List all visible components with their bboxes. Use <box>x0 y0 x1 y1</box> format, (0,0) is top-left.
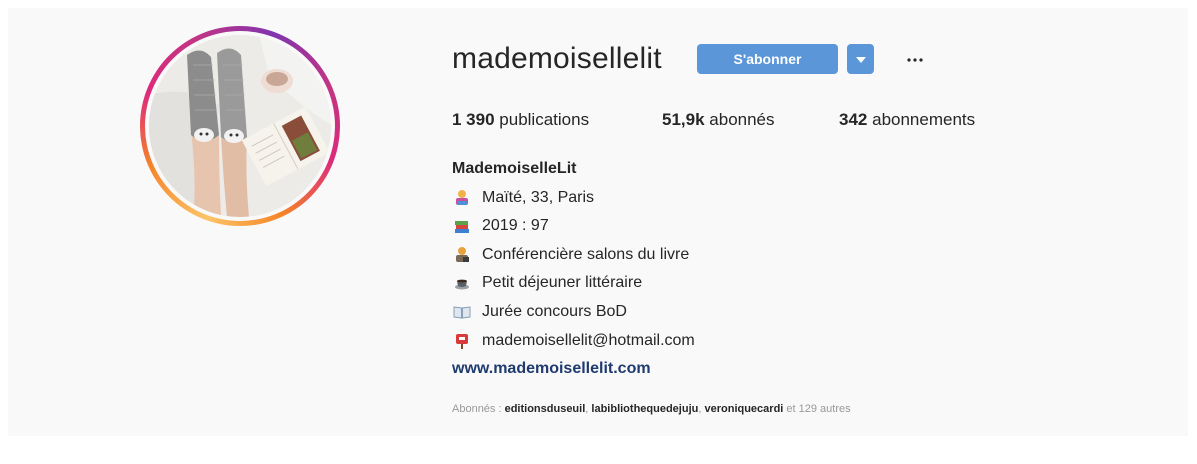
bio-line-email: mademoisellelit@hotmail.com <box>452 330 695 352</box>
profile-avatar[interactable] <box>140 26 340 226</box>
profile-full-name: MademoiselleLit <box>452 160 577 177</box>
followed-by-prefix: Abonnés : <box>452 403 505 415</box>
followed-by-summary[interactable]: Abonnés : editionsduseuil, labibliothequ… <box>452 403 851 415</box>
bio-line-text: Petit déjeuner littéraire <box>482 274 643 291</box>
follower-account[interactable]: veroniquecardi <box>704 403 783 415</box>
followers-count: 51,9k <box>662 110 705 129</box>
books-emoji-icon <box>452 217 472 235</box>
bio-line-text: Conférencière salons du livre <box>482 246 690 263</box>
profile-website-link[interactable]: www.mademoisellelit.com <box>452 360 651 378</box>
following-label: abonnements <box>872 110 976 129</box>
followers-label: abonnés <box>709 110 775 129</box>
posts-stat: 1 390 publications <box>452 110 589 130</box>
mailbox-emoji-icon <box>452 332 472 350</box>
followed-by-suffix: et 129 autres <box>783 403 851 415</box>
follower-account[interactable]: editionsduseuil <box>505 403 586 415</box>
profile-username: mademoisellelit <box>452 42 662 75</box>
coffee-emoji-icon <box>452 274 472 292</box>
woman-teacher-emoji-icon <box>452 246 472 264</box>
followers-stat[interactable]: 51,9k abonnés <box>662 110 775 130</box>
woman-reading-emoji-icon <box>452 189 472 207</box>
bio-line-text: mademoisellelit@hotmail.com <box>482 332 695 349</box>
posts-count: 1 390 <box>452 110 495 129</box>
avatar-photo <box>149 35 331 217</box>
bio-line-jury: Jurée concours BoD <box>452 301 627 323</box>
bio-line-text: Jurée concours BoD <box>482 303 627 320</box>
more-options-icon <box>907 49 923 67</box>
following-count: 342 <box>839 110 868 129</box>
follow-button[interactable]: S'abonner <box>697 44 838 74</box>
bio-line-text: 2019 : 97 <box>482 217 549 234</box>
follower-account[interactable]: labibliothequedejuju <box>591 403 698 415</box>
following-stat[interactable]: 342 abonnements <box>839 110 975 130</box>
open-book-emoji-icon <box>452 303 472 321</box>
bio-line-location: Maïté, 33, Paris <box>452 187 594 209</box>
more-options-button[interactable] <box>903 46 927 70</box>
posts-label: publications <box>499 110 590 129</box>
bio-line-breakfast: Petit déjeuner littéraire <box>452 272 642 294</box>
suggestions-dropdown-button[interactable] <box>847 44 874 74</box>
bio-line-speaker: Conférencière salons du livre <box>452 244 689 266</box>
bio-line-books-count: 2019 : 97 <box>452 215 549 237</box>
bio-line-text: Maïté, 33, Paris <box>482 189 595 206</box>
caret-down-icon <box>855 50 866 68</box>
